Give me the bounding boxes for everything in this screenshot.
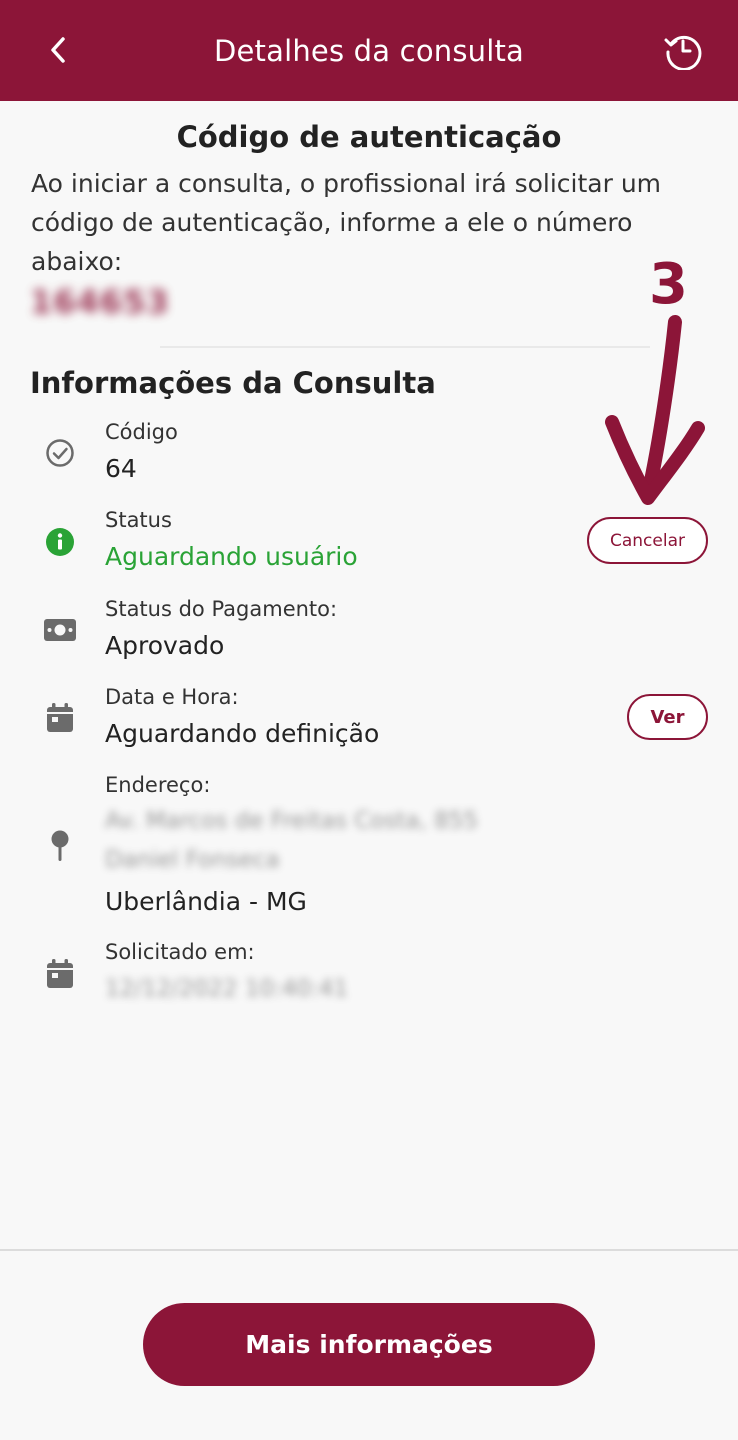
- payment-label: Status do Pagamento:: [105, 597, 338, 621]
- ver-button[interactable]: Ver: [627, 694, 708, 740]
- requested-label: Solicitado em:: [105, 940, 255, 964]
- annotation-step-number: 3: [649, 252, 688, 317]
- check-circle-icon: [43, 436, 77, 470]
- auth-title: Código de autenticação: [176, 120, 562, 154]
- footer-divider: [0, 1249, 738, 1251]
- status-label: Status: [105, 508, 172, 532]
- status-value: Aguardando usuário: [105, 542, 358, 571]
- cancel-button[interactable]: Cancelar: [587, 517, 708, 564]
- address-line2: Daniel Fonseca: [105, 847, 280, 873]
- map-pin-icon: [43, 829, 77, 863]
- payment-value: Aprovado: [105, 631, 225, 660]
- money-icon: [43, 613, 77, 647]
- calendar-icon: [43, 701, 77, 735]
- history-button[interactable]: [660, 27, 706, 73]
- codigo-value: 64: [105, 454, 137, 483]
- auth-description: Ao iniciar a consulta, o profissional ir…: [31, 169, 662, 276]
- section-title: Informações da Consulta: [30, 366, 436, 400]
- datetime-value: Aguardando definição: [105, 719, 380, 748]
- codigo-label: Código: [105, 420, 178, 444]
- address-city: Uberlândia - MG: [105, 887, 307, 916]
- history-clock-icon: [664, 35, 702, 70]
- address-label: Endereço:: [105, 773, 211, 797]
- auth-code: 164653: [30, 283, 170, 321]
- chevron-left-icon: [51, 37, 65, 63]
- more-info-button[interactable]: Mais informações: [143, 1303, 595, 1386]
- requested-value: 12/12/2022 10:40:41: [105, 976, 349, 1002]
- datetime-label: Data e Hora:: [105, 685, 239, 709]
- info-icon: [43, 525, 77, 559]
- back-button[interactable]: [38, 30, 78, 70]
- annotation-arrow-icon: [605, 315, 705, 505]
- address-line1: Av. Marcos de Freitas Costa, 855: [105, 808, 478, 834]
- calendar-icon: [43, 957, 77, 991]
- app-header: Detalhes da consulta: [0, 0, 738, 101]
- divider: [160, 346, 650, 348]
- page-title: Detalhes da consulta: [213, 33, 525, 68]
